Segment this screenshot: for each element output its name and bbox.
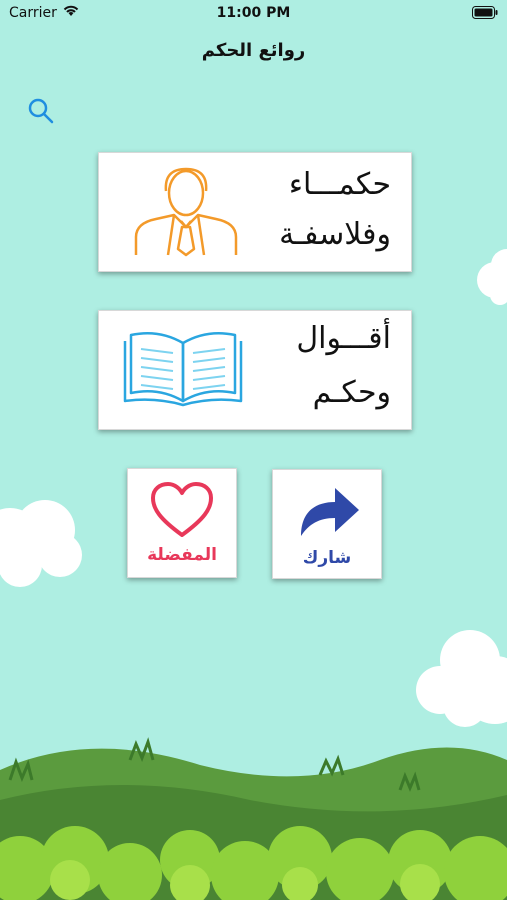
cloud-right-top — [477, 249, 507, 305]
sayings-title-line2: وحكـم — [312, 375, 391, 410]
sayings-title-line1: أقـــوال — [296, 321, 391, 356]
cloud-right-bottom — [416, 630, 507, 727]
status-bar: Carrier 11:00 PM — [0, 0, 507, 28]
philosophers-title-line2: وفلاسفـة — [279, 217, 391, 252]
heart-icon — [151, 482, 213, 537]
share-arrow-icon — [301, 488, 359, 536]
battery-icon — [472, 6, 498, 19]
open-book-icon — [123, 332, 243, 407]
philosophers-title-line1: حكمـــاء — [288, 167, 391, 202]
share-label: شارك — [302, 548, 352, 568]
sayings-card[interactable]: أقـــوال وحكـم — [98, 310, 412, 430]
status-time: 11:00 PM — [216, 5, 291, 21]
favorites-button[interactable]: المفضلة — [127, 468, 237, 578]
search-icon[interactable] — [26, 96, 56, 126]
favorites-label: المفضلة — [147, 545, 217, 565]
page-title: روائع الحكم — [201, 40, 306, 61]
cloud-left — [0, 500, 82, 587]
background-scenery — [0, 249, 507, 900]
philosopher-person-icon — [134, 167, 238, 257]
philosophers-card[interactable]: حكمـــاء وفلاسفـة — [98, 152, 412, 272]
share-button[interactable]: شارك — [272, 469, 382, 579]
